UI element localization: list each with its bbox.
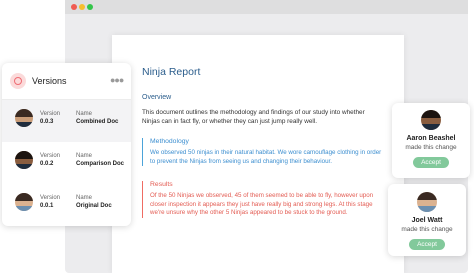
versions-title: Versions: [32, 76, 67, 86]
results-text: Of the 50 Ninjas we observed, 45 of them…: [150, 192, 374, 217]
version-label: Version: [40, 111, 61, 117]
results-change-block[interactable]: Results Of the 50 Ninjas we observed, 45…: [142, 181, 386, 218]
version-row[interactable]: Version 0.0.2 Name Comparison Doc: [2, 142, 131, 184]
avatar: [417, 192, 437, 212]
version-name: Original Doc: [76, 203, 112, 209]
versions-header: Versions ●●●: [2, 63, 131, 100]
avatar: [421, 110, 441, 130]
reviewer-action: made this change: [401, 226, 453, 233]
maximize-window-dot[interactable]: [87, 4, 93, 10]
version-name: Combined Doc: [76, 119, 119, 125]
version-number: 0.0.1: [40, 203, 54, 209]
results-heading: Results: [150, 181, 173, 188]
methodology-change-block[interactable]: Methodology We observed 50 ninjas in the…: [142, 138, 386, 167]
more-horizontal-icon[interactable]: ●●●: [110, 75, 124, 85]
versions-panel: Versions ●●● Version 0.0.3 Name Combined…: [2, 63, 131, 226]
reviewer-card: Joel Watt made this change Accept: [388, 184, 466, 256]
accept-button[interactable]: Accept: [409, 239, 445, 250]
reviewer-action: made this change: [405, 144, 457, 151]
close-window-dot[interactable]: [71, 4, 77, 10]
reviewer-card: Aaron Beashel made this change Accept: [392, 103, 470, 178]
document-title: Ninja Report: [142, 66, 201, 78]
version-row[interactable]: Version 0.0.1 Name Original Doc: [2, 184, 131, 226]
overview-text: This document outlines the methodology a…: [142, 109, 365, 125]
name-label: Name: [76, 111, 93, 117]
version-name: Comparison Doc: [76, 161, 125, 167]
avatar: [15, 151, 33, 169]
version-number: 0.0.2: [40, 161, 54, 167]
version-label: Version: [40, 195, 61, 201]
methodology-text: We observed 50 ninjas in their natural h…: [150, 149, 382, 165]
avatar: [15, 193, 33, 211]
reviewer-name: Joel Watt: [411, 217, 443, 224]
version-number: 0.0.3: [40, 119, 54, 125]
minimize-window-dot[interactable]: [79, 4, 85, 10]
version-row[interactable]: Version 0.0.3 Name Combined Doc: [2, 100, 131, 142]
reviewer-name: Aaron Beashel: [406, 135, 456, 142]
overview-heading: Overview: [142, 94, 172, 101]
name-label: Name: [76, 195, 93, 201]
document-page: Ninja Report Overview This document outl…: [112, 35, 404, 273]
name-label: Name: [76, 153, 93, 159]
avatar: [15, 109, 33, 127]
methodology-heading: Methodology: [150, 138, 189, 145]
accept-button[interactable]: Accept: [413, 157, 449, 168]
history-icon: [10, 73, 26, 89]
browser-title-bar: [65, 0, 468, 14]
version-label: Version: [40, 153, 61, 159]
